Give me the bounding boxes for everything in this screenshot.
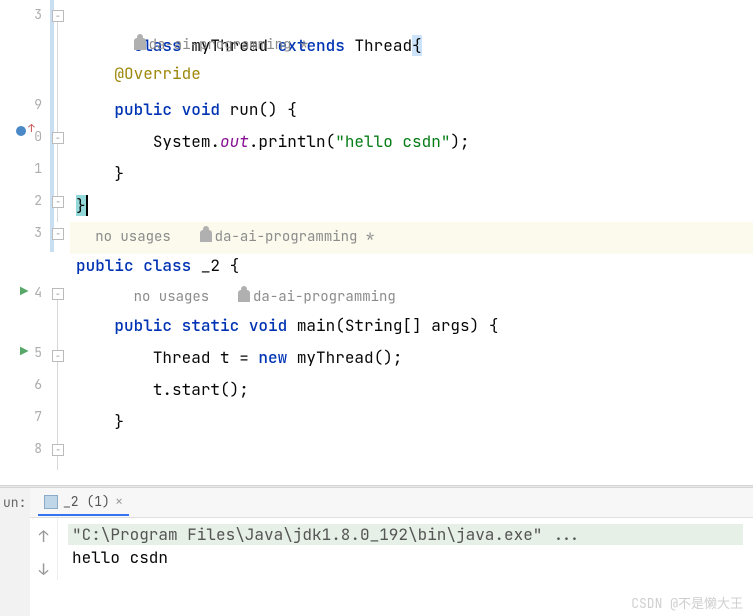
- caret-position: }: [76, 195, 88, 216]
- fold-gutter: − − − − − − −: [50, 0, 70, 485]
- code-body[interactable]: class myThread extends Thread{ da-ai-pro…: [70, 0, 753, 485]
- run-label: un:: [0, 488, 30, 616]
- line-gutter: 3 9 ↑ 0 1 2 3 4 ▶ 5 ▶ 6 7 8: [0, 0, 50, 485]
- fold-end-icon[interactable]: −: [52, 444, 64, 456]
- author-hint: da-ai-programming *: [149, 36, 309, 54]
- usage-hint[interactable]: no usages: [134, 288, 210, 306]
- run-tab-label: _2 (1): [63, 493, 110, 510]
- watermark: CSDN @不是懒大王: [631, 593, 743, 612]
- fold-toggle-icon[interactable]: −: [52, 288, 64, 300]
- editor[interactable]: 3 9 ↑ 0 1 2 3 4 ▶ 5 ▶ 6 7 8 − − − − − − …: [0, 0, 753, 485]
- author-hint: da-ai-programming: [253, 288, 396, 306]
- author-icon: [134, 38, 146, 50]
- author-hint: da-ai-programming *: [215, 228, 375, 246]
- command-line: "C:\Program Files\Java\jdk1.8.0_192\bin\…: [68, 524, 743, 545]
- console-toolbar: ↑ ↓: [30, 518, 58, 580]
- run-tabs: _2 (1) ×: [30, 488, 753, 518]
- stdout-line: hello csdn: [68, 545, 743, 570]
- application-icon: [44, 495, 58, 509]
- down-arrow-icon[interactable]: ↓: [39, 559, 49, 580]
- author-icon: [200, 230, 212, 242]
- fold-toggle-icon[interactable]: −: [52, 10, 64, 22]
- author-icon: [238, 290, 250, 302]
- run-gutter-icon[interactable]: ▶: [20, 283, 28, 301]
- console-output[interactable]: "C:\Program Files\Java\jdk1.8.0_192\bin\…: [58, 518, 753, 580]
- fold-toggle-icon[interactable]: −: [52, 350, 64, 362]
- fold-end-icon[interactable]: −: [52, 196, 64, 208]
- run-gutter-icon[interactable]: ▶: [20, 343, 28, 361]
- usage-hint[interactable]: no usages: [95, 228, 171, 246]
- fold-end-icon[interactable]: −: [52, 228, 64, 240]
- fold-toggle-icon[interactable]: −: [52, 132, 64, 144]
- up-arrow-icon[interactable]: ↑: [39, 526, 49, 547]
- close-icon[interactable]: ×: [115, 493, 123, 511]
- run-tab[interactable]: _2 (1) ×: [38, 490, 129, 516]
